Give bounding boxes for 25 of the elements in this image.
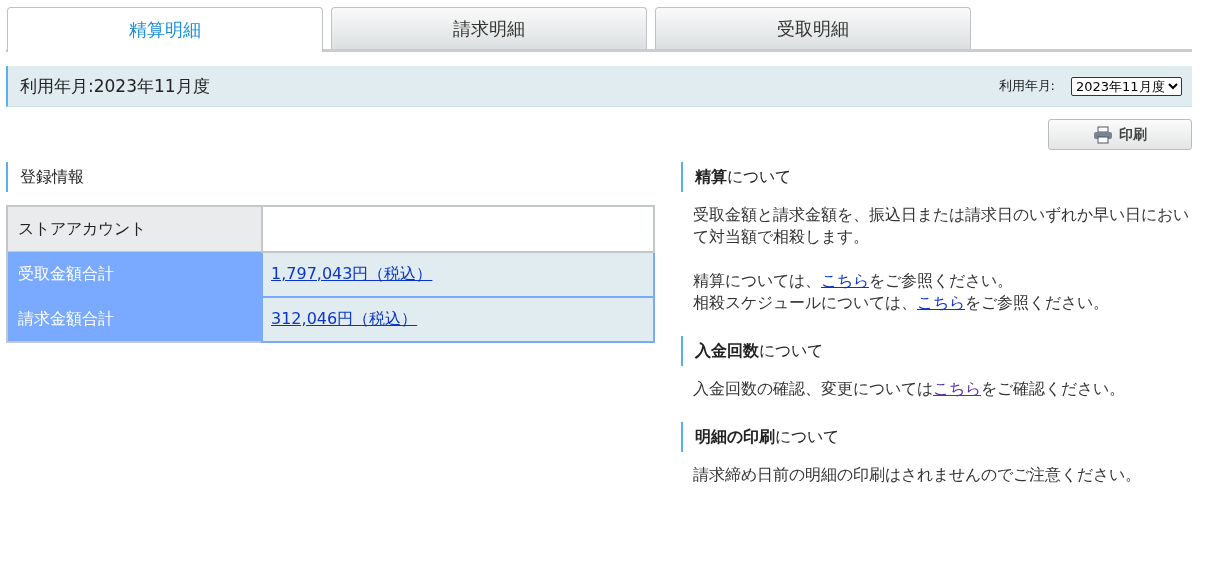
here-link[interactable]: こちら	[821, 271, 869, 290]
here-link[interactable]: こちら	[917, 293, 965, 312]
tab[interactable]: 精算明細	[7, 7, 323, 52]
paragraph: 相殺スケジュールについては、こちら をご参照ください。	[693, 292, 1110, 314]
section-heading: 精算について	[681, 162, 1192, 192]
printer-icon	[1093, 125, 1113, 144]
paragraph: 請求締め日前の明細の印刷はされませんのでご注意ください。	[693, 464, 1142, 486]
paragraph: 精算については、こちら をご参照ください。	[693, 270, 1014, 292]
row-label: 請求金額合計	[7, 296, 262, 342]
tab[interactable]: 受取明細	[655, 7, 971, 49]
section-heading: 登録情報	[6, 162, 655, 192]
section-heading: 入金回数について	[681, 336, 1192, 366]
amount-link[interactable]: 312,046円（税込）	[271, 308, 418, 328]
paragraph: 入金回数の確認、変更についてはこちら をご確認ください。	[693, 378, 1126, 400]
period-select[interactable]: 2023年11月度	[1071, 76, 1182, 96]
print-button[interactable]: 印刷	[1048, 119, 1192, 150]
period-title: 利用年月:2023年11月度	[20, 74, 210, 98]
tab[interactable]: 請求明細	[331, 7, 647, 49]
amount-link[interactable]: 1,797,043円（税込）	[271, 263, 433, 283]
row-label: ストアアカウント	[7, 206, 262, 252]
period-label: 利用年月:	[998, 77, 1055, 95]
paragraph: 受取金額と請求金額を、振込日または請求日のいずれか早い日において対当額で相殺します。	[693, 204, 1190, 248]
section-heading: 明細の印刷について	[681, 422, 1192, 452]
here-link[interactable]: こちら	[933, 379, 981, 398]
row-label: 受取金額合計	[7, 251, 262, 297]
